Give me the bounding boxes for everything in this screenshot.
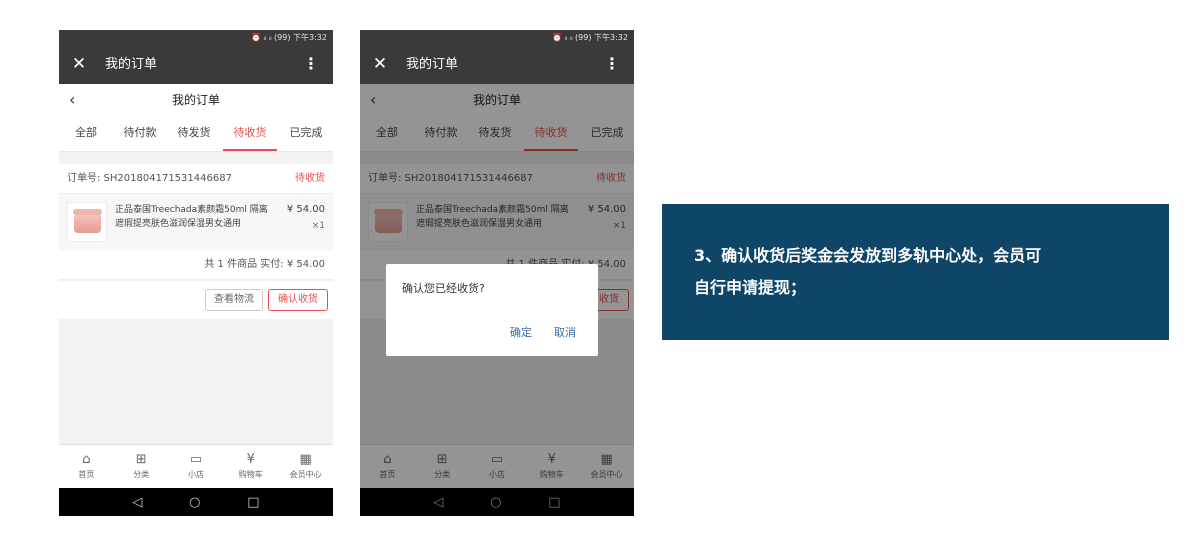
product-image (67, 202, 107, 242)
status-bar: ⏰ ᵢₗ ᵢₗ (99) 下午3:32 (360, 30, 634, 46)
tabbar-item-category[interactable]: ⊞ 分类 (114, 445, 169, 488)
android-nav-bar: ◁ ○ □ (59, 488, 333, 516)
order-tabs: 全部 待付款 待发货 待收货 已完成 (59, 116, 333, 152)
order-header: 订单号: SH201804171531446687 待收货 (59, 164, 333, 194)
more-vertical-icon[interactable]: ⋮ (604, 54, 620, 74)
tab-completed[interactable]: 已完成 (279, 116, 333, 151)
tabbar-label: 首页 (78, 470, 95, 479)
store-icon: ▭ (189, 452, 203, 467)
more-vertical-icon[interactable]: ⋮ (303, 54, 319, 74)
product-name: 正品泰国Treechada素颜霜50ml 隔离遮瑕提亮肤色滋润保湿男女通用 (115, 205, 268, 229)
tabbar-label: 购物车 (238, 470, 263, 479)
home-circle-icon[interactable]: ○ (189, 495, 200, 510)
cart-icon: ¥ (246, 452, 255, 467)
app-title: 我的订单 (406, 57, 459, 72)
dialog-message: 确认您已经收货? (402, 282, 485, 295)
dialog-cancel-button[interactable]: 取消 (554, 326, 576, 340)
page-title: 我的订单 (171, 93, 220, 107)
close-icon[interactable]: ✕ (69, 54, 89, 74)
qr-icon: ▦ (299, 452, 312, 467)
recents-square-icon[interactable]: □ (247, 495, 259, 510)
caption-line-2: 自行申请提现； (694, 278, 807, 297)
tab-pending-receipt[interactable]: 待收货 (223, 116, 277, 151)
order-product[interactable]: 正品泰国Treechada素颜霜50ml 隔离遮瑕提亮肤色滋润保湿男女通用 ¥ … (59, 194, 333, 250)
track-shipment-button[interactable]: 查看物流 (205, 289, 263, 311)
modal-overlay[interactable]: 确认您已经收货? 确定 取消 (360, 84, 634, 516)
phone-screen-confirm-dialog: ⏰ ᵢₗ ᵢₗ (99) 下午3:32 ✕ 我的订单 ⋮ ‹ 我的订单 全部 待… (360, 30, 634, 516)
tab-all[interactable]: 全部 (59, 116, 113, 151)
instruction-caption: 3、确认收货后奖金会发放到多轨中心处，会员可 自行申请提现； (662, 204, 1169, 340)
status-bar: ⏰ ᵢₗ ᵢₗ (99) 下午3:32 (59, 30, 333, 46)
tabbar-item-cart[interactable]: ¥ 购物车 (223, 445, 278, 488)
tabbar-label: 会员中心 (289, 470, 322, 479)
tab-pending-shipment[interactable]: 待发货 (167, 116, 221, 151)
order-summary: 共 1 件商品 实付: ¥ 54.00 (59, 250, 333, 280)
product-quantity: ×1 (311, 221, 325, 231)
status-time: ⏰ ᵢₗ ᵢₗ (99) 下午3:32 (551, 33, 628, 42)
order-actions: 查看物流 确认收货 (59, 281, 333, 319)
app-title: 我的订单 (105, 57, 158, 72)
order-number: 订单号: SH201804171531446687 (67, 173, 232, 184)
tab-pending-payment[interactable]: 待付款 (113, 116, 167, 151)
tabbar-item-member[interactable]: ▦ 会员中心 (278, 445, 333, 488)
order-status: 待收货 (295, 173, 325, 184)
phone-screen-order-list: ⏰ ᵢₗ ᵢₗ (99) 下午3:32 ✕ 我的订单 ⋮ ‹ 我的订单 全部 待… (59, 30, 333, 516)
confirm-dialog: 确认您已经收货? 确定 取消 (386, 264, 598, 356)
confirm-receipt-button[interactable]: 确认收货 (268, 289, 328, 311)
shop-icon: ⌂ (82, 452, 91, 467)
status-time: ⏰ ᵢₗ ᵢₗ (99) 下午3:32 (250, 33, 327, 42)
tabbar-item-store[interactable]: ▭ 小店 (169, 445, 224, 488)
tabbar-item-home[interactable]: ⌂ 首页 (59, 445, 114, 488)
bottom-tab-bar: ⌂ 首页 ⊞ 分类 ▭ 小店 ¥ 购物车 ▦ 会员中心 (59, 444, 333, 488)
back-triangle-icon[interactable]: ◁ (132, 495, 142, 510)
product-price: ¥ 54.00 (286, 204, 325, 215)
page-header: ‹ 我的订单 (59, 84, 333, 116)
cream-jar-icon (73, 209, 102, 233)
app-bar: ✕ 我的订单 ⋮ (360, 46, 634, 84)
app-bar: ✕ 我的订单 ⋮ (59, 46, 333, 84)
caption-line-1: 3、确认收货后奖金会发放到多轨中心处，会员可 (694, 246, 1042, 265)
close-icon[interactable]: ✕ (370, 54, 390, 74)
tabbar-label: 小店 (187, 470, 204, 479)
grid-icon: ⊞ (135, 452, 147, 467)
dialog-ok-button[interactable]: 确定 (510, 326, 532, 340)
tabbar-label: 分类 (133, 470, 150, 479)
